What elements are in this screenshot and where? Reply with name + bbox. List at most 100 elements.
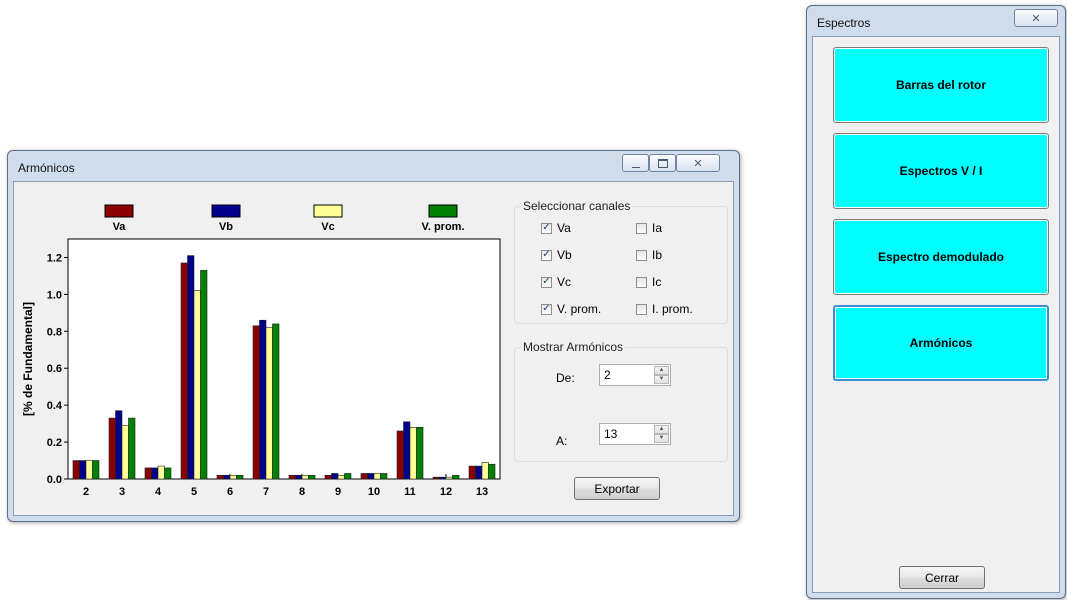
bar-vb	[439, 476, 447, 480]
bar-vprom	[488, 463, 496, 480]
bar-vb	[331, 473, 339, 480]
channel-checkbox[interactable]: ✓ Vc	[541, 275, 571, 289]
export-button[interactable]: Exportar	[574, 477, 660, 500]
bar-vc	[229, 475, 237, 480]
x-tick-label: 13	[476, 486, 488, 498]
channel-checkbox[interactable]: ✓ V. prom.	[541, 302, 601, 316]
y-tick-label: 0.2	[47, 437, 62, 449]
close-button[interactable]: ✕	[1014, 9, 1058, 27]
channel-label: Vc	[557, 275, 572, 289]
close-icon: ✕	[693, 157, 703, 170]
bar-vc	[85, 460, 93, 480]
bar-vprom	[128, 417, 136, 480]
x-tick-label: 12	[440, 486, 452, 498]
x-tick-label: 10	[368, 486, 380, 498]
legend-swatch	[428, 204, 458, 218]
harmonics-range-label: Mostrar Armónicos	[521, 340, 626, 354]
window-title: Espectros	[817, 16, 871, 30]
harmonics-button[interactable]: Armónicos	[833, 305, 1049, 381]
demodulated-spectrum-button[interactable]: Espectro demodulado	[833, 219, 1049, 295]
legend-swatch	[313, 204, 343, 218]
bar-vc	[157, 465, 165, 480]
checkmark-icon[interactable]: ✓	[541, 276, 552, 288]
channel-checkbox[interactable]: I. prom.	[636, 302, 693, 316]
bar-vc	[337, 475, 345, 480]
bar-va	[72, 460, 80, 480]
channel-label: Ia	[652, 221, 663, 235]
bar-vc	[481, 462, 489, 480]
bar-vb	[475, 465, 483, 480]
rotor-bars-button[interactable]: Barras del rotor	[833, 47, 1049, 123]
checkbox-icon[interactable]	[636, 222, 647, 234]
checkmark-icon[interactable]: ✓	[541, 249, 552, 261]
bar-vc	[409, 427, 417, 480]
legend-label: Va	[113, 221, 127, 233]
bar-vb	[295, 475, 303, 480]
bar-vc	[445, 476, 453, 480]
bar-vb	[187, 255, 195, 480]
bar-va	[324, 475, 332, 480]
from-spinner[interactable]: 2 ▲ ▼	[599, 364, 671, 386]
channel-label: Vb	[557, 248, 572, 262]
spin-up-icon[interactable]: ▲	[654, 425, 669, 434]
bar-vc	[265, 327, 273, 480]
y-tick-label: 1.2	[47, 252, 62, 264]
bar-va	[252, 325, 260, 480]
close-window-button[interactable]: Cerrar	[899, 566, 985, 589]
window-title: Armónicos	[18, 161, 75, 175]
spin-up-icon[interactable]: ▲	[654, 366, 669, 375]
bar-vprom	[416, 427, 424, 480]
to-spinner[interactable]: 13 ▲ ▼	[599, 423, 671, 445]
channel-checkbox[interactable]: ✓ Vb	[541, 248, 572, 262]
x-tick-label: 11	[404, 486, 416, 498]
bar-vb	[259, 319, 267, 480]
checkmark-icon[interactable]: ✓	[541, 222, 552, 234]
maximize-button[interactable]	[649, 154, 676, 172]
channel-checkbox[interactable]: Ib	[636, 248, 662, 262]
y-tick-label: 0.4	[47, 400, 63, 412]
spin-down-icon[interactable]: ▼	[654, 434, 669, 443]
channel-checkbox[interactable]: Ic	[636, 275, 661, 289]
bar-vc	[301, 475, 309, 480]
bar-vc	[121, 425, 129, 480]
checkbox-icon[interactable]	[636, 249, 647, 261]
x-tick-label: 2	[83, 486, 89, 498]
bar-vb	[223, 475, 231, 480]
checkmark-icon[interactable]: ✓	[541, 303, 552, 315]
channel-checkbox[interactable]: Ia	[636, 221, 662, 235]
to-value[interactable]: 13	[604, 427, 617, 441]
from-label: De:	[556, 371, 575, 385]
bar-vb	[403, 421, 411, 480]
armonicos-window: Armónicos ✕ Va Vb Vc V. prom. 0.0 0.2 0.4 0.6 0…	[7, 150, 740, 522]
bar-va	[360, 473, 368, 480]
x-tick-label: 8	[299, 486, 305, 498]
channel-label: I. prom.	[652, 302, 693, 316]
legend-swatch	[211, 204, 241, 218]
minimize-button[interactable]	[622, 154, 649, 172]
legend-swatch	[104, 204, 134, 218]
y-tick-label: 0.0	[47, 474, 62, 486]
close-button[interactable]: ✕	[676, 154, 720, 172]
restore-icon	[657, 158, 668, 168]
x-tick-label: 9	[335, 486, 341, 498]
bar-vprom	[200, 270, 208, 480]
bar-vb	[367, 473, 375, 480]
channel-label: Ib	[652, 248, 663, 262]
legend-label: Vb	[219, 221, 233, 233]
bar-vprom	[272, 323, 280, 480]
bar-vprom	[380, 473, 388, 480]
channel-checkbox[interactable]: ✓ Va	[541, 221, 571, 235]
checkbox-icon[interactable]	[636, 303, 647, 315]
checkbox-icon[interactable]	[636, 276, 647, 288]
from-value[interactable]: 2	[604, 368, 611, 382]
bar-vb	[115, 410, 123, 480]
harmonics-chart: Va Vb Vc V. prom. 0.0 0.2 0.4 0.6 0.8 1.0 1.2 [% d…	[21, 204, 501, 498]
bar-va	[144, 467, 152, 480]
channels-group-label: Seleccionar canales	[521, 199, 633, 213]
x-tick-label: 4	[155, 486, 162, 498]
bar-vb	[79, 460, 87, 480]
spin-down-icon[interactable]: ▼	[654, 375, 669, 384]
channel-label: Va	[557, 221, 571, 235]
bar-vprom	[308, 475, 316, 480]
spectra-vi-button[interactable]: Espectros V / I	[833, 133, 1049, 209]
